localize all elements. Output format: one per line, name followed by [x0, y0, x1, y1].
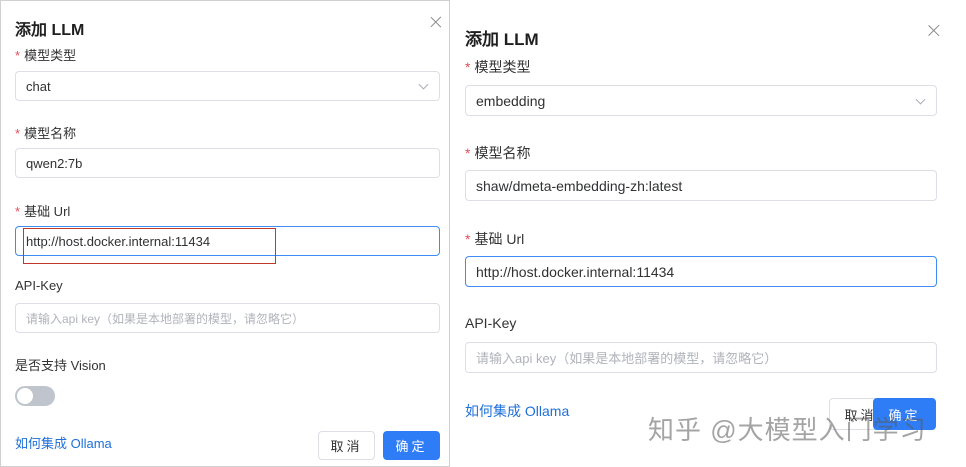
model-type-select[interactable]: chat	[15, 71, 440, 101]
base-url-value: http://host.docker.internal:11434	[476, 263, 675, 280]
close-icon[interactable]	[926, 23, 941, 38]
vision-toggle[interactable]	[15, 386, 55, 406]
base-url-input[interactable]: http://host.docker.internal:11434	[465, 256, 937, 287]
ollama-help-link[interactable]: 如何集成 Ollama	[465, 401, 569, 421]
base-url-value: http://host.docker.internal:11434	[26, 233, 211, 249]
required-mark: *	[15, 48, 21, 63]
model-name-value: shaw/dmeta-embedding-zh:latest	[476, 177, 683, 194]
chevron-down-icon	[915, 94, 926, 105]
base-url-input[interactable]: http://host.docker.internal:11434	[15, 226, 440, 256]
api-key-placeholder: 请输入api key（如果是本地部署的模型，请忽略它）	[26, 311, 305, 326]
right-dialog: 添加 LLM * 模型类型 embedding * 模型名称 shaw/dmeta-…	[453, 0, 966, 467]
model-type-select[interactable]: embedding	[465, 85, 937, 116]
api-key-input[interactable]: 请输入api key（如果是本地部署的模型，请忽略它）	[465, 342, 937, 373]
required-mark: *	[15, 126, 21, 141]
model-name-input[interactable]: shaw/dmeta-embedding-zh:latest	[465, 170, 937, 201]
model-type-value: embedding	[476, 92, 546, 109]
chevron-down-icon	[418, 79, 429, 90]
required-mark: *	[465, 145, 471, 161]
dialog-title: 添加 LLM	[15, 22, 85, 39]
model-name-label: * 模型名称	[15, 126, 77, 141]
vision-label: 是否支持 Vision	[15, 358, 106, 373]
required-mark: *	[465, 231, 471, 247]
toggle-knob	[17, 388, 33, 404]
model-name-value: qwen2:7b	[26, 155, 83, 171]
ok-button[interactable]: 确定	[873, 398, 936, 430]
api-key-label: API-Key	[465, 315, 517, 331]
ok-button[interactable]: 确定	[383, 431, 440, 460]
base-url-label: * 基础 Url	[465, 231, 525, 247]
api-key-input[interactable]: 请输入api key（如果是本地部署的模型，请忽略它）	[15, 303, 440, 333]
api-key-placeholder: 请输入api key（如果是本地部署的模型，请忽略它）	[476, 351, 778, 366]
model-type-label: * 模型类型	[465, 59, 531, 75]
base-url-label: * 基础 Url	[15, 204, 71, 219]
cancel-button[interactable]: 取消	[318, 431, 375, 460]
required-mark: *	[15, 204, 21, 219]
ollama-help-link[interactable]: 如何集成 Ollama	[15, 433, 112, 452]
required-mark: *	[465, 59, 471, 75]
close-icon[interactable]	[429, 15, 443, 29]
api-key-label: API-Key	[15, 278, 63, 293]
left-dialog: 添加 LLM * 模型类型 chat * 模型名称 qwen2:7b * 基础 Url…	[0, 0, 450, 467]
dialog-title: 添加 LLM	[465, 30, 539, 49]
model-type-value: chat	[26, 78, 51, 94]
model-name-label: * 模型名称	[465, 145, 531, 161]
model-type-label: * 模型类型	[15, 48, 77, 63]
model-name-input[interactable]: qwen2:7b	[15, 148, 440, 178]
